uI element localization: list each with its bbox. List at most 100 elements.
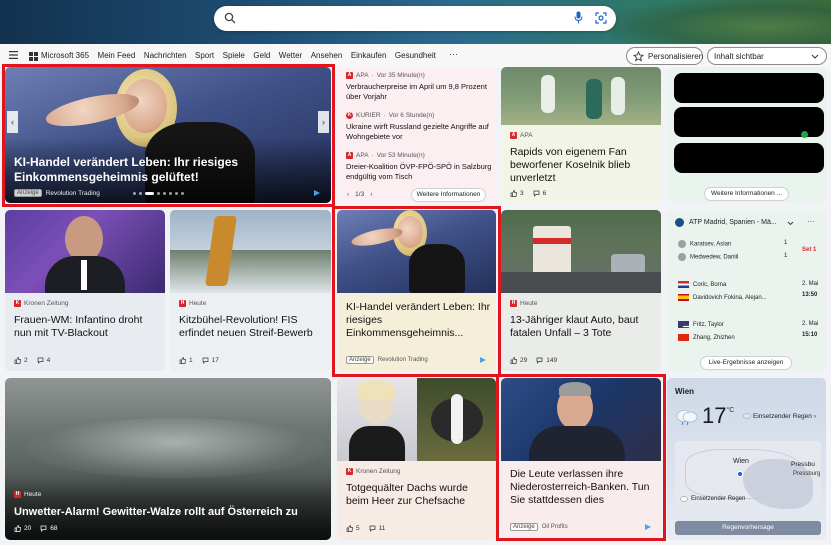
comment-icon: [533, 190, 539, 197]
nav-link-nachrichten[interactable]: Nachrichten: [144, 51, 187, 60]
weather-card[interactable]: Wien 17 °C Einsetzender Regen › Wien Pre…: [667, 378, 826, 540]
ad-card-bank[interactable]: Die Leute verlassen ihre Niederosterreic…: [501, 378, 661, 538]
nav-link-spiele[interactable]: Spiele: [223, 51, 245, 60]
news-headline: Kitzbühel-Revolution! FIS erfindet neuen…: [179, 314, 313, 339]
nav-more-button[interactable]: ···: [449, 49, 458, 59]
news-list-card: A APA · Vor 35 Minute(n) Verbraucherpreise …: [337, 67, 496, 203]
player-name: Davidovich Fokina, Alejan...: [693, 295, 767, 302]
visibility-label: Inhalt sichtbar: [714, 51, 764, 61]
nav-link-geld[interactable]: Geld: [253, 51, 270, 60]
visibility-dropdown[interactable]: Inhalt sichtbar: [707, 47, 827, 65]
news-card-auto[interactable]: H Heute 13-Jähriger klaut Auto, baut fata…: [501, 210, 661, 371]
comment-count: 149: [546, 357, 558, 364]
menu-icon[interactable]: [9, 51, 18, 59]
chevron-down-icon[interactable]: [787, 221, 794, 226]
heute-logo-icon: H: [179, 300, 186, 307]
pager-prev-icon[interactable]: ‹: [347, 191, 349, 198]
news-card-infantino[interactable]: K Kronen Zeitung Frauen-WM: Infantino dro…: [5, 210, 165, 371]
nav-link-gesundheit[interactable]: Gesundheit: [395, 51, 436, 60]
carousel-prev-button[interactable]: ‹: [7, 111, 18, 133]
weather-condition: Einsetzender Regen: [753, 413, 812, 420]
like-button[interactable]: 1: [179, 357, 193, 364]
search-bar[interactable]: [214, 6, 616, 31]
match-status: Set 1: [802, 247, 817, 253]
infantino-image: [5, 210, 165, 293]
ad-source: Oil Profits: [541, 524, 568, 530]
news-item-1[interactable]: A APA · Vor 35 Minute(n) Verbraucherpreise …: [346, 72, 496, 102]
like-button[interactable]: 3: [510, 190, 524, 197]
comment-button[interactable]: 4: [37, 357, 50, 364]
nav-link-ansehen[interactable]: Ansehen: [311, 51, 343, 60]
sports-title[interactable]: ATP Madrid, Spanien - Mä...: [689, 219, 777, 226]
match-row-1[interactable]: Karatsev, Aslan 1 Medwedew, Daniil 1 Set 1: [678, 240, 820, 272]
kitzbuehel-image: [170, 210, 331, 293]
rain-small-icon: [743, 413, 751, 419]
like-button[interactable]: 29: [510, 357, 527, 364]
hero-ad-card[interactable]: ‹ › KI-Handel verändert Leben: Ihr riesi…: [5, 67, 331, 203]
ad-source: Revolution Trading: [377, 357, 428, 363]
like-button[interactable]: 20: [14, 525, 31, 532]
nav-brand[interactable]: Microsoft 365: [41, 51, 89, 60]
news-card-dachs[interactable]: K Kronen Zeitung Totgequälter Dachs wurde…: [337, 378, 496, 540]
ad-card-trading[interactable]: KI-Handel verändert Leben: Ihr riesiges …: [337, 210, 496, 371]
pager-next-icon[interactable]: ›: [370, 191, 372, 198]
microphone-icon[interactable]: [574, 11, 583, 24]
tennis-icon: [675, 218, 684, 227]
apa-logo-icon: A: [346, 72, 353, 79]
carousel-dots[interactable]: [133, 192, 184, 195]
like-button[interactable]: 5: [346, 525, 360, 532]
comment-button[interactable]: 11: [369, 525, 386, 532]
comment-count: 11: [378, 525, 386, 532]
status-dot-icon: [801, 131, 808, 138]
news-headline: Verbraucherpreise im April um 9,8 Prozen…: [346, 82, 487, 101]
match-time: 13:50: [802, 292, 818, 298]
match-row-3[interactable]: Fritz, Taylor Zhang, Zhizhen 2. Mai 15:1…: [678, 321, 820, 349]
more-info-button[interactable]: Weitere Informationen ...: [704, 187, 789, 201]
news-card-kitzbuehel[interactable]: H Heute Kitzbühel-Revolution! FIS erfinde…: [170, 210, 331, 371]
news-card-rapid[interactable]: A APA Rapids von eigenem Fan beworfener K…: [501, 67, 661, 203]
live-results-button[interactable]: Live-Ergebnisse anzeigen: [700, 356, 792, 370]
nav-link-wetter[interactable]: Wetter: [279, 51, 302, 60]
player-score: 1: [784, 253, 788, 259]
comment-count: 68: [50, 525, 58, 532]
news-headline: Unwetter-Alarm! Gewitter-Walze rollt auf…: [14, 506, 298, 518]
weather-map[interactable]: Wien Pressbu Pressburg Einsetzender Rege…: [675, 441, 821, 509]
player-score: 1: [784, 240, 788, 246]
pager-label: 1/3: [355, 191, 365, 198]
visual-search-icon[interactable]: [595, 12, 607, 24]
auto-image: [501, 210, 661, 293]
ad-choices-icon[interactable]: [479, 356, 487, 364]
nav-link-mein-feed[interactable]: Mein Feed: [98, 51, 136, 60]
cloud-icon: [680, 496, 688, 502]
personalize-label: Personalisieren: [648, 51, 704, 61]
rain-forecast-button[interactable]: Regenvorhersage: [675, 521, 821, 535]
nav-link-einkaufen[interactable]: Einkaufen: [351, 51, 387, 60]
more-options-icon[interactable]: ···: [807, 217, 815, 226]
comment-button[interactable]: 6: [533, 190, 546, 197]
news-card-storm[interactable]: H Heute Unwetter-Alarm! Gewitter-Walze ro…: [5, 378, 331, 540]
thumbs-up-icon: [510, 190, 517, 197]
personalize-button[interactable]: Personalisieren: [626, 47, 703, 65]
comment-button[interactable]: 17: [202, 357, 219, 364]
nav-link-sport[interactable]: Sport: [195, 51, 214, 60]
news-item-2[interactable]: K KURIER · Vor 6 Stunde(n) Ukraine wirft Ru…: [346, 112, 496, 142]
match-row-2[interactable]: Coric, Borna Davidovich Fokina, Alejan..…: [678, 281, 820, 309]
like-count: 3: [520, 190, 524, 197]
thumbs-up-icon: [346, 525, 353, 532]
like-button[interactable]: 2: [14, 357, 28, 364]
ad-choices-icon[interactable]: [644, 523, 652, 531]
redacted-block: [674, 73, 824, 103]
ad-choices-icon[interactable]: [313, 189, 321, 197]
map-rain-label: Einsetzender Regen: [691, 496, 746, 502]
search-icon: [224, 12, 236, 24]
news-source: Heute: [24, 491, 42, 498]
dachs-image: [337, 378, 496, 461]
carousel-next-button[interactable]: ›: [318, 111, 329, 133]
news-item-3[interactable]: A APA · Vor 53 Minute(n) Dreier-Koalition Ö…: [346, 152, 496, 182]
apa-logo-icon: A: [510, 132, 517, 139]
more-info-button[interactable]: Weitere Informationen: [411, 188, 486, 202]
news-headline: 13-Jähriger klaut Auto, baut fatalen Unf…: [510, 314, 639, 339]
comment-button[interactable]: 68: [40, 525, 57, 532]
microsoft-logo-icon: [29, 52, 38, 61]
comment-button[interactable]: 149: [536, 357, 557, 364]
